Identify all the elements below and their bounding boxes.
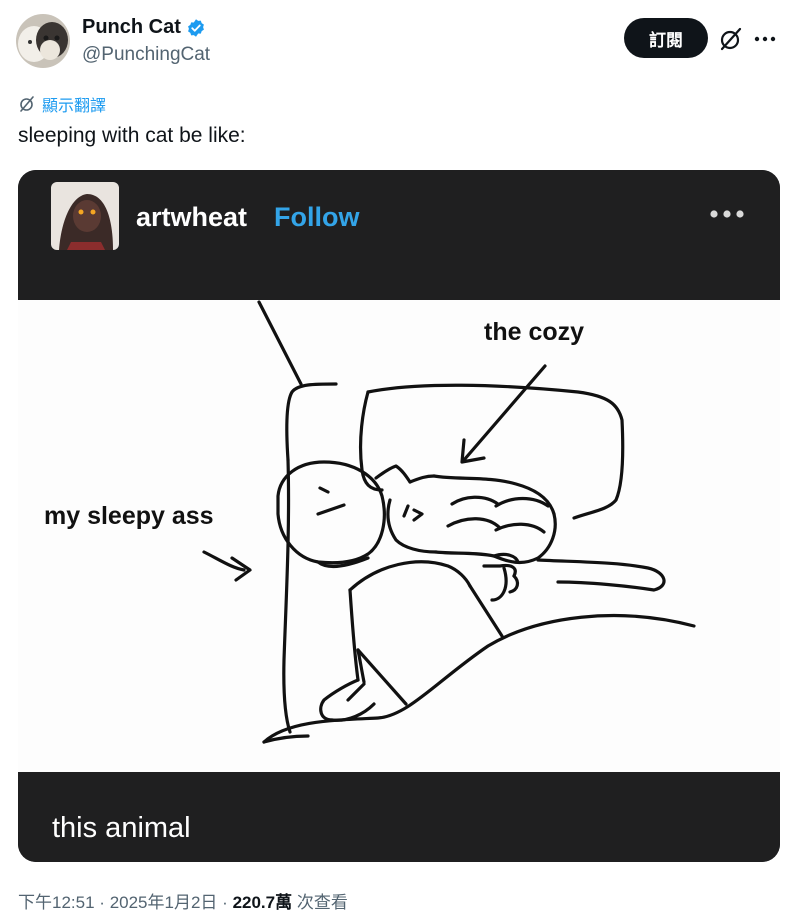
translate-grok-icon <box>20 96 34 112</box>
verified-badge-icon <box>187 18 204 37</box>
author-avatar[interactable] <box>16 14 70 68</box>
author-name-row[interactable]: Punch Cat <box>82 16 206 39</box>
media-follow-label: Follow <box>274 202 360 232</box>
tweet-media[interactable]: artwheat Follow the cozy my sleepy ass t… <box>18 170 780 862</box>
show-translation-link[interactable]: 顯示翻譯 <box>18 92 106 116</box>
grok-icon[interactable] <box>718 26 744 52</box>
media-caption: this animal <box>52 812 191 844</box>
media-user-avatar <box>51 182 119 250</box>
meta-separator: · <box>222 893 228 912</box>
media-post-header <box>18 170 780 300</box>
views-label: 次查看 <box>296 893 348 912</box>
author-display-name[interactable]: Punch Cat <box>82 16 181 39</box>
tweet-meta: 下午12:51 · 2025年1月2日 · 220.7萬 次查看 <box>18 888 348 913</box>
media-username: artwheat <box>136 202 248 232</box>
views-count: 220.7萬 <box>232 893 293 912</box>
tweet-time[interactable]: 下午12:51 <box>18 893 95 912</box>
tweet-header: Punch Cat @PunchingCat 訂閱 <box>0 0 800 86</box>
more-icon[interactable] <box>752 26 778 52</box>
tweet-text: sleeping with cat be like: <box>18 124 246 147</box>
comic-drawing: the cozy my sleepy ass <box>18 300 780 772</box>
tweet-date[interactable]: 2025年1月2日 <box>110 893 218 912</box>
subscribe-button[interactable]: 訂閱 <box>624 18 708 58</box>
author-handle[interactable]: @PunchingCat <box>82 44 210 66</box>
comic-label-top: the cozy <box>484 318 584 346</box>
show-translation-label[interactable]: 顯示翻譯 <box>42 92 106 116</box>
meta-separator: · <box>99 893 105 912</box>
media-more-icon <box>710 210 744 218</box>
comic-label-left: my sleepy ass <box>44 502 214 530</box>
